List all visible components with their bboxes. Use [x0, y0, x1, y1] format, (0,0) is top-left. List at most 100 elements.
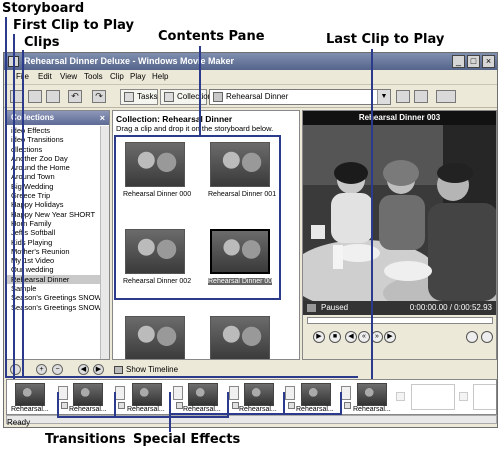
clip-caption: Rehearsal Dinner 003 [208, 278, 277, 285]
empty-transition-slot[interactable] [396, 392, 405, 401]
first-clip-callout-line [13, 34, 15, 379]
storyboard-clip[interactable] [73, 383, 103, 406]
status-text: Ready [7, 418, 31, 427]
storyboard-clip[interactable] [301, 383, 331, 406]
special-effects-callout-line-1 [169, 392, 171, 432]
previous-frame-icon[interactable]: ◀ [345, 331, 357, 343]
split-clip-icon[interactable] [466, 331, 478, 343]
menu-tools[interactable]: Tools [84, 72, 103, 81]
redo-icon[interactable]: ↷ [92, 90, 106, 103]
rewind-storyboard-icon[interactable]: ◀ [78, 364, 89, 375]
stop-icon[interactable]: ■ [329, 331, 341, 343]
contents-pane: Collection: Rehearsal Dinner Drag a clip… [112, 110, 300, 360]
menu-bar: File Edit View Tools Clip Play Help [4, 70, 497, 85]
clip-item[interactable]: Rehearsal Dinner 000 [123, 142, 191, 198]
video-image [303, 125, 496, 301]
tasks-button[interactable]: Tasks [120, 89, 158, 105]
storyboard: Rehearsal... Rehearsal... Rehearsal... R… [6, 379, 497, 415]
effect-icon[interactable] [232, 402, 239, 409]
storyboard-clip-last[interactable] [357, 383, 387, 406]
storyboard-clip[interactable] [15, 383, 45, 406]
up-folder-icon[interactable] [396, 90, 410, 103]
menu-clip[interactable]: Clip [110, 72, 124, 81]
empty-clip-slot[interactable] [411, 384, 455, 410]
clip-item[interactable] [123, 316, 187, 359]
chevron-down-icon[interactable]: ▼ [377, 90, 390, 104]
new-folder-icon[interactable] [414, 90, 428, 103]
transition-slot[interactable] [173, 386, 183, 400]
save-project-icon[interactable] [46, 90, 60, 103]
clip-item[interactable] [208, 316, 272, 359]
preview-monitor: Rehearsal Dinner 003 Paused 0:00:00.00 /… [302, 110, 497, 360]
show-timeline-button[interactable]: Show Timeline [114, 365, 178, 374]
maximize-button[interactable]: □ [467, 55, 480, 68]
next-frame-icon[interactable]: ▶ [384, 331, 396, 343]
clips-callout-line [22, 50, 24, 378]
monitor-status-bar: Paused 0:00:00.00 / 0:00:52.93 [303, 301, 496, 315]
playback-time: 0:00:00.00 / 0:00:52.93 [409, 303, 492, 312]
transition-slot[interactable] [115, 386, 125, 400]
contents-title: Collection: Rehearsal Dinner [116, 114, 233, 124]
zoom-in-icon[interactable]: + [36, 364, 47, 375]
special-effects-callout-hline [169, 413, 342, 415]
contents-box-right [279, 135, 281, 300]
clip-item[interactable]: Rehearsal Dinner 001 [208, 142, 277, 198]
transition-slot[interactable] [341, 386, 351, 400]
collection-select-value: Rehearsal Dinner [226, 92, 289, 101]
storyboard-view-icon[interactable] [10, 364, 21, 375]
close-icon[interactable]: × [100, 111, 105, 125]
first-clip-callout: First Clip to Play [13, 18, 135, 33]
play-storyboard-icon[interactable]: ▶ [93, 364, 104, 375]
window-title: Rehearsal Dinner Deluxe - Windows Movie … [24, 56, 234, 66]
collections-scrollbar[interactable] [100, 126, 109, 359]
contents-pane-callout: Contents Pane [158, 29, 265, 44]
contents-box-left [114, 135, 116, 300]
storyboard-clip-label: Rehearsal... [127, 406, 165, 413]
storyboard-callout: Storyboard [2, 1, 85, 16]
storyboard-clip-label: Rehearsal... [69, 406, 107, 413]
transitions-callout-line-1 [57, 392, 59, 418]
storyboard-clip[interactable] [132, 383, 162, 406]
clip-thumbnail [125, 316, 185, 359]
menu-view[interactable]: View [60, 72, 77, 81]
collection-select[interactable]: Rehearsal Dinner ▼ [209, 89, 391, 105]
clip-caption: Rehearsal Dinner 001 [208, 191, 277, 198]
transition-slot[interactable] [229, 386, 239, 400]
contents-box-top [114, 135, 281, 137]
collections-icon [164, 92, 174, 102]
menu-play[interactable]: Play [130, 72, 146, 81]
transition-slot[interactable] [58, 386, 68, 400]
clip-item-selected[interactable]: Rehearsal Dinner 003 [208, 229, 277, 285]
empty-transition-slot[interactable] [459, 392, 468, 401]
snapshot-icon[interactable] [481, 331, 493, 343]
storyboard-clip[interactable] [244, 383, 274, 406]
play-icon[interactable]: ▶ [313, 331, 325, 343]
contents-box-bottom [114, 298, 281, 300]
menu-edit[interactable]: Edit [38, 72, 52, 81]
effect-icon[interactable] [118, 402, 125, 409]
seek-bar[interactable] [307, 317, 493, 324]
monitor-title: Rehearsal Dinner 003 [303, 111, 496, 125]
effect-icon[interactable] [176, 402, 183, 409]
zoom-out-icon[interactable]: − [52, 364, 63, 375]
clip-thumbnail [210, 316, 270, 359]
close-button[interactable]: × [482, 55, 495, 68]
menu-help[interactable]: Help [152, 72, 168, 81]
effect-icon[interactable] [61, 402, 68, 409]
empty-clip-slot[interactable] [473, 384, 496, 410]
storyboard-clip-label: Rehearsal... [296, 406, 334, 413]
storyboard-clip-label: Rehearsal... [353, 406, 391, 413]
minimize-button[interactable]: _ [452, 55, 465, 68]
views-icon[interactable] [436, 90, 456, 103]
contents-hint: Drag a clip and drop it on the storyboar… [116, 124, 274, 133]
storyboard-clip[interactable] [188, 383, 218, 406]
undo-icon[interactable]: ↶ [68, 90, 82, 103]
rewind-icon[interactable]: « [358, 331, 370, 343]
effect-icon[interactable] [288, 402, 295, 409]
clip-item[interactable]: Rehearsal Dinner 002 [123, 229, 191, 285]
effect-icon[interactable] [344, 402, 351, 409]
transition-slot[interactable] [285, 386, 295, 400]
timeline-icon [114, 366, 123, 374]
contents-callout-line [199, 46, 201, 135]
open-project-icon[interactable] [28, 90, 42, 103]
